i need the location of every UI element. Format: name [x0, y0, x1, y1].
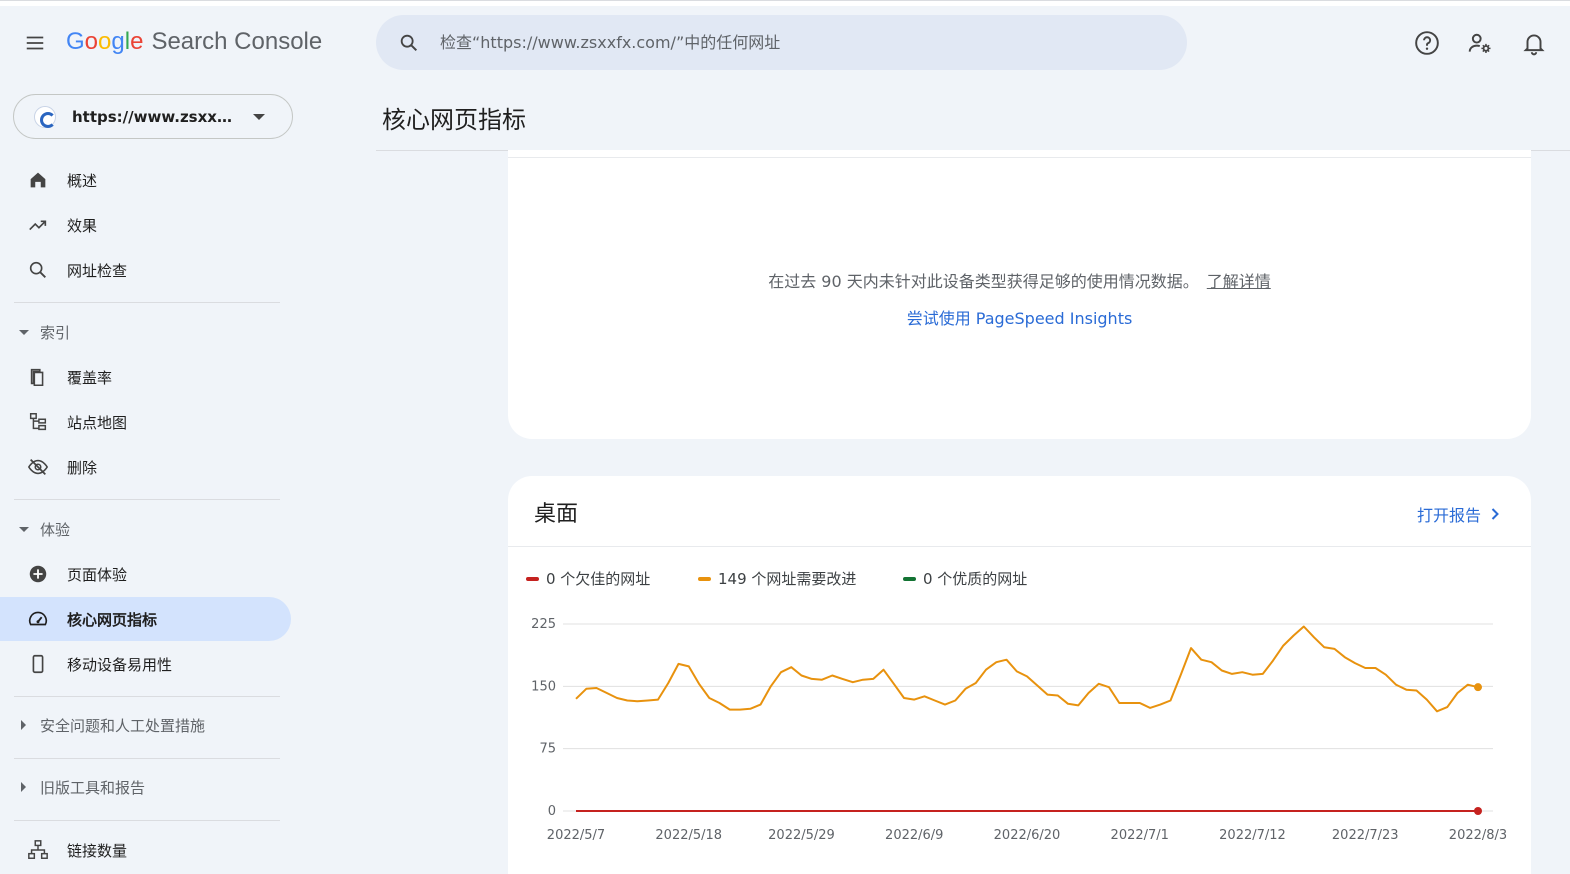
sidebar-item-label: 核心网页指标: [67, 610, 158, 629]
add-circle-icon: [29, 565, 47, 583]
x-tick-label: 2022/6/9: [885, 828, 943, 843]
top-border: [0, 0, 1570, 6]
url-trend-chart: 225 150 75 0 2022/5/7 2022/5/18 2022/5/29 2022/…: [531, 617, 1507, 843]
page-title: 核心网页指标: [382, 106, 526, 134]
sidebar-item-label: 移动设备易用性: [67, 655, 173, 674]
search-icon: [29, 261, 46, 278]
sidebar-divider: [14, 499, 280, 500]
expand-arrow-icon: [19, 329, 29, 335]
section-label: 索引: [40, 323, 71, 342]
x-tick-label: 2022/5/18: [655, 828, 722, 843]
sidebar-item-mobile-usability[interactable]: 移动设备易用性: [0, 642, 291, 686]
sidebar-divider: [14, 302, 280, 303]
sidebar-section-security[interactable]: 安全问题和人工处置措施: [0, 710, 280, 740]
card-divider: [508, 157, 1531, 158]
speed-icon: [28, 611, 48, 626]
site-favicon: [34, 105, 56, 128]
sidebar-divider: [14, 758, 280, 759]
copy-icon: [30, 368, 44, 387]
smartphone-icon: [32, 654, 44, 674]
sidebar-section-index[interactable]: 索引: [0, 317, 280, 347]
logo-letter: g: [111, 28, 125, 55]
section-label: 旧版工具和报告: [40, 778, 146, 797]
notifications-icon[interactable]: [1521, 30, 1547, 56]
section-label: 体验: [40, 520, 71, 539]
trending-up-icon: [29, 220, 47, 231]
sidebar-item-coverage[interactable]: 覆盖率: [0, 355, 291, 399]
property-url: https://www.zsxxfx....: [72, 107, 237, 126]
links-icon: [28, 840, 48, 859]
expand-arrow-icon: [21, 782, 26, 792]
home-icon: [30, 172, 46, 188]
sidebar-item-overview[interactable]: 概述: [0, 158, 291, 202]
search-input[interactable]: [440, 33, 1140, 52]
sidebar-section-legacy[interactable]: 旧版工具和报告: [0, 772, 280, 802]
pagespeed-insights-link[interactable]: 尝试使用 PageSpeed Insights: [508, 305, 1531, 329]
search-bar[interactable]: [376, 15, 1187, 70]
no-data-text: 在过去 90 天内未针对此设备类型获得足够的使用情况数据。: [768, 272, 1199, 291]
no-data-message: 在过去 90 天内未针对此设备类型获得足够的使用情况数据。 了解详情: [508, 268, 1531, 292]
sidebar-item-links[interactable]: 链接数量: [0, 828, 291, 872]
sidebar-item-page-experience[interactable]: 页面体验: [0, 552, 291, 596]
series-end-point: [1474, 683, 1482, 692]
logo-letter: e: [130, 28, 144, 55]
section-label: 安全问题和人工处置措施: [40, 716, 206, 735]
search-icon[interactable]: [398, 32, 420, 54]
sidebar-item-url-inspection[interactable]: 网址检查: [0, 248, 291, 292]
product-name: Search Console: [151, 28, 323, 55]
sidebar-divider: [14, 820, 280, 821]
x-tick-label: 2022/7/12: [1219, 828, 1286, 843]
x-tick-label: 2022/5/29: [768, 828, 835, 843]
help-icon[interactable]: [1414, 30, 1440, 56]
y-tick-label: 75: [539, 742, 556, 757]
manage-users-icon[interactable]: [1467, 30, 1493, 56]
sidebar-item-label: 站点地图: [67, 413, 128, 432]
sidebar-section-experience[interactable]: 体验: [0, 514, 280, 544]
sidebar-item-label: 覆盖率: [67, 368, 113, 387]
sitemap-icon: [29, 413, 47, 431]
y-tick-label: 150: [531, 679, 556, 694]
menu-icon[interactable]: [24, 32, 46, 54]
mobile-report-card: 在过去 90 天内未针对此设备类型获得足够的使用情况数据。 了解详情 尝试使用 P…: [508, 150, 1531, 439]
logo-letter: o: [98, 28, 112, 55]
x-tick-label: 2022/7/23: [1332, 828, 1399, 843]
series-line: [575, 625, 1479, 713]
sidebar-item-label: 链接数量: [67, 841, 128, 860]
sidebar-divider: [14, 696, 280, 697]
property-selector[interactable]: https://www.zsxxfx....: [13, 94, 293, 139]
learn-more-link[interactable]: 了解详情: [1207, 272, 1271, 291]
app-logo[interactable]: Google Search Console: [66, 28, 322, 56]
sidebar-item-label: 网址检查: [67, 261, 128, 280]
series-end-point: [1474, 807, 1482, 815]
sidebar-item-label: 页面体验: [67, 565, 128, 584]
sidebar-item-label: 概述: [67, 171, 98, 190]
visibility-off-icon: [27, 459, 49, 475]
sidebar-item-core-web-vitals[interactable]: 核心网页指标: [0, 597, 291, 641]
chevron-down-icon: [253, 113, 265, 120]
x-tick-label: 2022/7/1: [1111, 828, 1169, 843]
sidebar-item-removals[interactable]: 删除: [0, 445, 291, 489]
x-tick-label: 2022/6/20: [994, 828, 1061, 843]
expand-arrow-icon: [21, 720, 26, 730]
x-tick-label: 2022/8/3: [1449, 828, 1507, 843]
logo-letter: G: [66, 28, 85, 55]
logo-letter: o: [84, 28, 99, 55]
desktop-report-card: 桌面 打开报告 0 个欠佳的网址 149 个网址需要改进 0 个优质的网址 22…: [508, 476, 1531, 874]
y-tick-label: 0: [548, 804, 556, 819]
sidebar-item-label: 删除: [67, 458, 98, 477]
sidebar-item-performance[interactable]: 效果: [0, 203, 291, 247]
sidebar-item-sitemaps[interactable]: 站点地图: [0, 400, 291, 444]
y-tick-label: 225: [531, 617, 556, 632]
x-tick-label: 2022/5/7: [547, 828, 605, 843]
sidebar-item-label: 效果: [67, 216, 98, 235]
expand-arrow-icon: [19, 526, 29, 532]
